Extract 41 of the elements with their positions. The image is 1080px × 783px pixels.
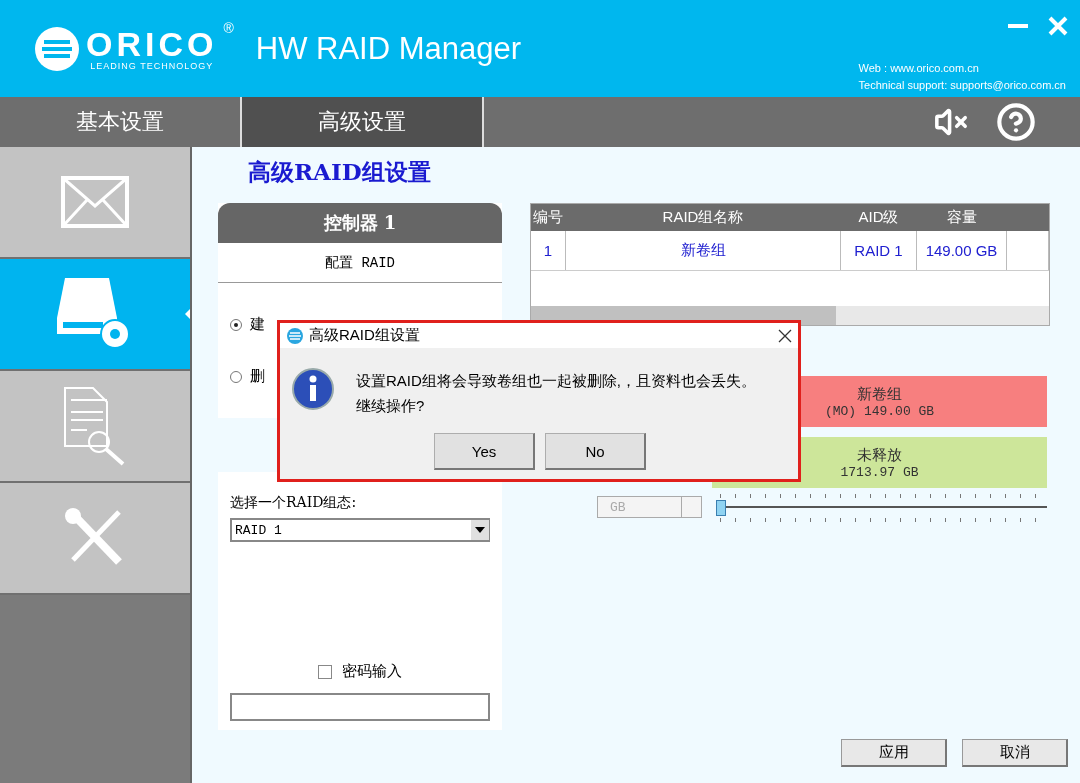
checkbox[interactable] (318, 664, 332, 679)
document-search-icon (63, 386, 127, 466)
volume-size: 1713.97 GB (840, 464, 919, 480)
action-button[interactable]: 应用 (841, 739, 947, 767)
caret-icon (471, 520, 489, 540)
raid-type-dropdown[interactable]: RAID 1 (230, 518, 490, 542)
table-cell: RAID 1 (841, 231, 917, 270)
checkbox-label: 密码输入 (342, 662, 402, 681)
password-field[interactable] (230, 693, 490, 721)
action-button[interactable]: 取消 (962, 739, 1068, 767)
controller-header: 控制器 1 (218, 203, 502, 243)
volume-size: (MO) 149.00 GB (824, 403, 935, 419)
envelope-icon (61, 176, 129, 228)
dialog-button[interactable]: Yes (434, 433, 535, 470)
volume-name: 新卷组 (857, 384, 902, 404)
app-logo-icon (286, 326, 304, 345)
volume-name: 未释放 (857, 445, 902, 465)
help-icon[interactable] (996, 102, 1036, 142)
sidebar-item[interactable] (0, 259, 190, 371)
radio-label: 删 (250, 367, 265, 386)
registered-mark: ® (223, 19, 234, 36)
table-cell: 149.00 GB (917, 231, 1007, 270)
logo-tagline: LEADING TECHNOLOGY (90, 60, 214, 71)
page-title: 高级RAID组设置 (248, 157, 432, 187)
table-cell: 1 (531, 231, 566, 270)
table-cell: 新卷组 (566, 231, 841, 270)
support-text: Technical support: supports@orico.com.cn (858, 79, 1066, 91)
info-icon (292, 368, 334, 410)
dialog-button[interactable]: No (545, 433, 646, 470)
tab[interactable]: 高级设置 (242, 97, 484, 147)
window-title: HW RAID Manager (255, 30, 522, 67)
logo-wordmark: ORICO (86, 26, 218, 61)
raid-type-label: 选择一个RAID组态: (230, 494, 358, 512)
close-icon[interactable] (778, 328, 792, 343)
website-text: Web : www.orico.com.cn (858, 62, 980, 74)
radio-label: 建 (250, 315, 265, 334)
panel-subtitle: 配置 RAID (218, 243, 502, 283)
logo-icon (34, 25, 80, 72)
slider-thumb[interactable] (716, 500, 726, 516)
dialog-title: 高级RAID组设置 (309, 326, 420, 345)
dialog-question: 继续操作? (356, 397, 426, 416)
